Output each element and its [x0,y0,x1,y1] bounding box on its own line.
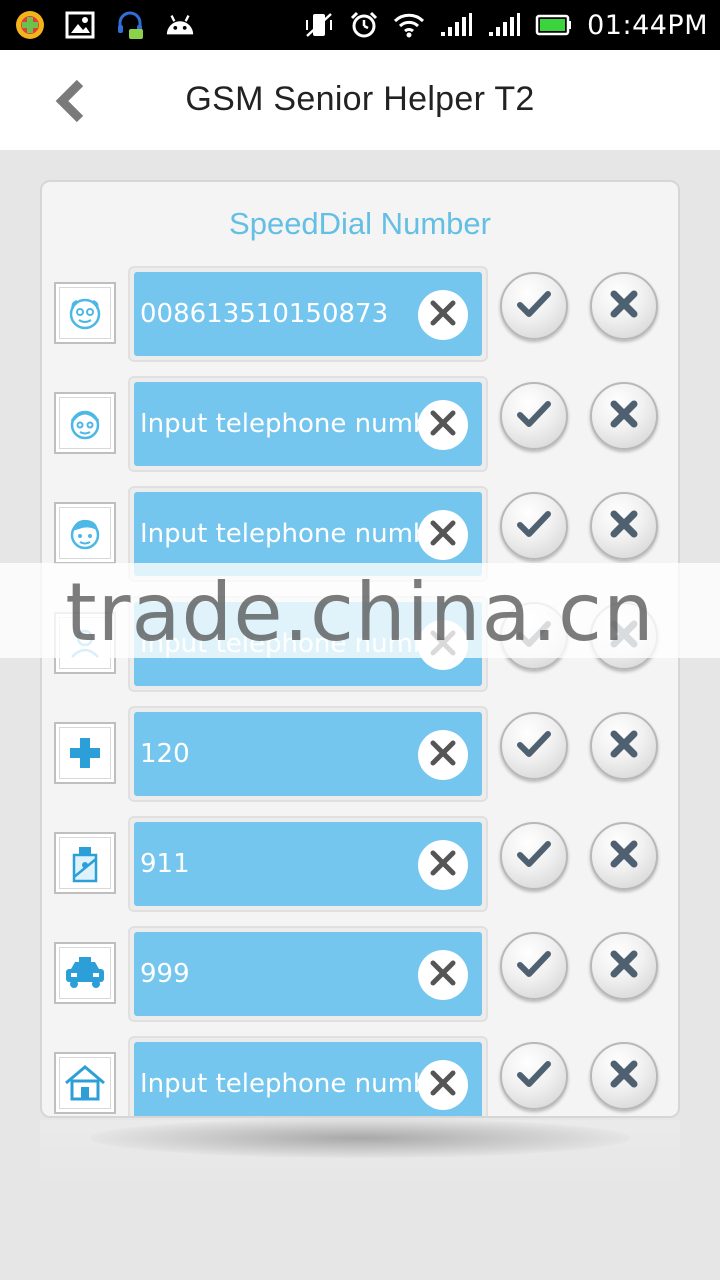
android-icon [164,9,196,41]
game-app-icon [14,9,46,41]
close-icon [608,838,640,875]
phone-field-frame [128,376,488,472]
phone-number-input[interactable] [134,822,424,906]
clear-icon [428,518,458,553]
phone-field-frame [128,926,488,1022]
app-header: GSM Senior Helper T2 [0,50,720,150]
battery-icon [535,9,573,41]
wifi-icon [393,9,425,41]
confirm-button[interactable] [500,822,568,890]
clear-input-button[interactable] [418,510,468,560]
close-icon [608,728,640,765]
clear-icon [428,1068,458,1103]
close-icon [608,288,640,325]
confirm-button[interactable] [500,382,568,450]
close-icon [608,1058,640,1095]
speed-dial-row [42,812,678,912]
phone-number-input[interactable] [134,712,424,796]
headset-chat-icon [114,9,146,41]
delete-button[interactable] [590,382,658,450]
clear-icon [428,408,458,443]
signal-icon [439,9,473,41]
signal-icon-2 [487,9,521,41]
phone-field-frame [128,266,488,362]
clear-input-button[interactable] [418,730,468,780]
alarm-icon [349,9,379,41]
boy-face-icon[interactable] [54,502,116,564]
checkmark-icon [516,509,552,544]
card-title: SpeedDial Number [229,206,491,241]
close-icon [608,948,640,985]
phone-field [134,712,482,796]
phone-field-frame [128,816,488,912]
speed-dial-row [42,1032,678,1116]
clear-input-button[interactable] [418,400,468,450]
status-bar: 01:44PM [0,0,720,50]
confirm-button[interactable] [500,1042,568,1110]
phone-field [134,382,482,466]
clock-time: 01:44PM [587,9,708,41]
delete-button[interactable] [590,1042,658,1110]
phone-number-input[interactable] [134,1042,424,1116]
grandma-face-icon[interactable] [54,392,116,454]
confirm-button[interactable] [500,492,568,560]
taxi-icon[interactable] [54,942,116,1004]
card-shadow [90,1118,630,1158]
delete-button[interactable] [590,272,658,340]
speed-dial-row [42,372,678,472]
page-title: GSM Senior Helper T2 [185,80,535,118]
delete-button[interactable] [590,932,658,1000]
delete-button[interactable] [590,822,658,890]
phone-field [134,1042,482,1116]
checkmark-icon [516,399,552,434]
phone-field-frame [128,706,488,802]
home-icon[interactable] [54,1052,116,1114]
speed-dial-row [42,702,678,802]
watermark-text: trade.china.cn [65,566,655,659]
phone-field [134,932,482,1016]
confirm-button[interactable] [500,932,568,1000]
checkmark-icon [516,1059,552,1094]
clear-icon [428,298,458,333]
confirm-button[interactable] [500,712,568,780]
clear-input-button[interactable] [418,840,468,890]
grandpa-face-icon[interactable] [54,282,116,344]
phone-field [134,272,482,356]
phone-number-input[interactable] [134,272,424,356]
checkmark-icon [516,729,552,764]
phone-number-input[interactable] [134,932,424,1016]
clear-icon [428,738,458,773]
clear-input-button[interactable] [418,950,468,1000]
speed-dial-row [42,922,678,1022]
checkmark-icon [516,839,552,874]
checkmark-icon [516,289,552,324]
medical-cross-icon[interactable] [54,722,116,784]
clear-input-button[interactable] [418,290,468,340]
confirm-button[interactable] [500,272,568,340]
phone-field-frame [128,1036,488,1116]
delete-button[interactable] [590,712,658,780]
clear-input-button[interactable] [418,1060,468,1110]
phone-number-input[interactable] [134,382,424,466]
vibrate-off-icon [303,9,335,41]
delete-button[interactable] [590,492,658,560]
close-icon [608,508,640,545]
clear-icon [428,848,458,883]
police-icon[interactable] [54,832,116,894]
gallery-icon [64,9,96,41]
speed-dial-row [42,262,678,362]
close-icon [608,398,640,435]
checkmark-icon [516,949,552,984]
phone-field [134,822,482,906]
clear-icon [428,958,458,993]
